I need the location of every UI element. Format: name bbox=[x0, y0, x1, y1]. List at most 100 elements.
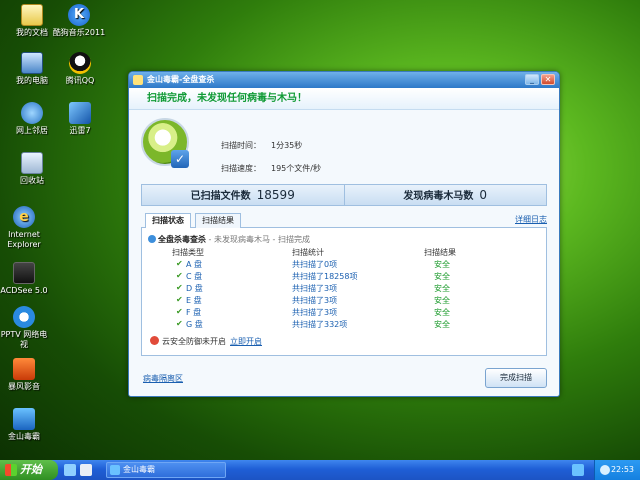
scan-speed: 扫描速度： 195个文件/秒 bbox=[221, 163, 321, 174]
scan-speed-value: 195个文件/秒 bbox=[271, 164, 321, 173]
drive-result: 安全 bbox=[434, 260, 450, 269]
scan-summary: ✓ 扫描时间： 1分35秒 扫描速度： 195个文件/秒 bbox=[129, 110, 559, 184]
section-title: 全盘杀毒查杀 - 未发现病毒木马 - 扫描完成 bbox=[148, 234, 310, 245]
files-scanned-label: 已扫描文件数 bbox=[190, 191, 251, 202]
kingsoft-antivirus-icon bbox=[13, 408, 35, 430]
desktop-icon-qq[interactable]: 腾讯QQ bbox=[52, 52, 108, 86]
drive-row: ✔ F 盘 共扫描了3项 安全 bbox=[142, 307, 546, 318]
cloud-warning-icon bbox=[150, 336, 159, 345]
drive-count: 共扫描了3项 bbox=[292, 308, 338, 317]
threats-found-label: 发现病毒木马数 bbox=[403, 191, 474, 202]
my-computer-icon bbox=[21, 52, 43, 74]
drive-name: G 盘 bbox=[186, 320, 203, 329]
scan-time-label: 扫描时间： bbox=[221, 141, 261, 150]
files-scanned-stat: 已扫描文件数 18599 bbox=[142, 185, 344, 205]
check-icon: ✔ bbox=[176, 307, 183, 316]
drive-result: 安全 bbox=[434, 272, 450, 281]
show-desktop-icon[interactable] bbox=[80, 464, 92, 476]
desktop-icon-label: 腾讯QQ bbox=[65, 76, 95, 85]
desktop-icon-duba[interactable]: 金山毒霸 bbox=[0, 408, 48, 442]
drive-row: ✔ E 盘 共扫描了3项 安全 bbox=[142, 295, 546, 306]
acdsee-icon bbox=[13, 262, 35, 284]
enable-cloud-link[interactable]: 立即开启 bbox=[230, 337, 262, 346]
detail-log-link[interactable]: 详细日志 bbox=[515, 214, 547, 225]
start-label: 开始 bbox=[20, 463, 42, 476]
ie-quicklaunch-icon[interactable] bbox=[64, 464, 76, 476]
app-logo-icon bbox=[133, 75, 143, 85]
desktop-icon-pptv[interactable]: PPTV 网络电视 bbox=[0, 306, 48, 350]
desktop-icon-baofeng[interactable]: 暴风影音 bbox=[0, 358, 48, 392]
system-tray: 22:53 bbox=[594, 460, 640, 480]
shield-tray-icon[interactable] bbox=[600, 465, 610, 475]
drive-row: ✔ C 盘 共扫描了18258项 安全 bbox=[142, 271, 546, 282]
threats-found-stat: 发现病毒木马数 0 bbox=[343, 185, 547, 205]
header-scan-result: 扫描结果 bbox=[424, 248, 456, 257]
quarantine-link[interactable]: 病毒隔离区 bbox=[143, 373, 183, 384]
taskbar-item-label: 金山毒霸 bbox=[123, 465, 155, 474]
taskbar: 开始 金山毒霸 22:53 bbox=[0, 460, 640, 480]
desktop-icon-label: 酷狗音乐2011 bbox=[52, 28, 106, 37]
files-scanned-value: 18599 bbox=[256, 188, 295, 202]
desktop-icon-label: PPTV 网络电视 bbox=[0, 330, 48, 349]
header-scan-stats: 扫描统计 bbox=[292, 248, 324, 257]
drive-name: E 盘 bbox=[186, 296, 202, 305]
drive-name: C 盘 bbox=[186, 272, 203, 281]
scan-time-value: 1分35秒 bbox=[271, 141, 303, 150]
desktop-icon-label: 金山毒霸 bbox=[8, 432, 40, 441]
scan-status-panel: 全盘杀毒查杀 - 未发现病毒木马 - 扫描完成 扫描类型 扫描统计 扫描结果 ✔… bbox=[141, 228, 547, 356]
desktop-icon-ie[interactable]: e Internet Explorer bbox=[0, 206, 48, 250]
tab-bar: 扫描状态 扫描结果 详细日志 bbox=[141, 211, 547, 229]
check-icon: ✔ bbox=[176, 283, 183, 292]
check-icon: ✔ bbox=[176, 271, 183, 280]
drive-result: 安全 bbox=[434, 284, 450, 293]
tab-scan-results[interactable]: 扫描结果 bbox=[195, 213, 241, 228]
drive-count: 共扫描了332项 bbox=[292, 320, 348, 329]
documents-folder-icon bbox=[21, 4, 43, 26]
desktop-icon-acdsee[interactable]: ACDSee 5.0 bbox=[0, 262, 48, 296]
drive-count: 共扫描了0项 bbox=[292, 260, 338, 269]
drive-result: 安全 bbox=[434, 296, 450, 305]
minimize-button[interactable]: _ bbox=[525, 74, 539, 85]
desktop-icon-thunder[interactable]: 迅雷7 bbox=[52, 102, 108, 136]
clock: 22:53 bbox=[610, 465, 634, 474]
desktop-icon-label: Internet Explorer bbox=[7, 230, 41, 249]
desktop-icon-recycle-bin[interactable]: 回收站 bbox=[4, 152, 60, 186]
check-icon: ✔ bbox=[176, 295, 183, 304]
cloud-security-row: 云安全防御未开启 立即开启 bbox=[150, 336, 262, 347]
window-titlebar[interactable]: 金山毒霸-全盘查杀 _ ✕ bbox=[129, 72, 559, 88]
antivirus-window: 金山毒霸-全盘查杀 _ ✕ 扫描完成，未发现任何病毒与木马！ ✓ 扫描时间： 1分… bbox=[128, 71, 560, 397]
drive-row: ✔ G 盘 共扫描了332项 安全 bbox=[142, 319, 546, 330]
kugou-music-icon: K bbox=[68, 4, 90, 26]
check-icon: ✔ bbox=[176, 319, 183, 328]
drive-name: F 盘 bbox=[186, 308, 202, 317]
duba-tray-icon[interactable] bbox=[572, 464, 584, 476]
internet-explorer-icon: e bbox=[13, 206, 35, 228]
drive-result: 安全 bbox=[434, 320, 450, 329]
checkmark-icon: ✓ bbox=[171, 150, 189, 168]
baofeng-player-icon bbox=[13, 358, 35, 380]
network-places-icon bbox=[21, 102, 43, 124]
window-title: 金山毒霸-全盘查杀 bbox=[147, 75, 215, 84]
section-subtitle: - 未发现病毒木马 - 扫描完成 bbox=[206, 235, 310, 244]
start-button[interactable]: 开始 bbox=[0, 460, 58, 480]
drive-count: 共扫描了3项 bbox=[292, 296, 338, 305]
drive-count: 共扫描了18258项 bbox=[292, 272, 358, 281]
recycle-bin-icon bbox=[21, 152, 43, 174]
scan-time: 扫描时间： 1分35秒 bbox=[221, 140, 302, 151]
threats-found-value: 0 bbox=[479, 188, 488, 202]
scan-speed-label: 扫描速度： bbox=[221, 164, 261, 173]
desktop-icon-label: 迅雷7 bbox=[69, 126, 91, 135]
info-dot-icon bbox=[148, 235, 156, 243]
taskbar-item-duba[interactable]: 金山毒霸 bbox=[106, 462, 226, 478]
drive-result: 安全 bbox=[434, 308, 450, 317]
close-button[interactable]: ✕ bbox=[541, 74, 555, 85]
desktop-icon-kugou[interactable]: K 酷狗音乐2011 bbox=[48, 4, 110, 38]
tab-scan-status[interactable]: 扫描状态 bbox=[145, 213, 191, 229]
thunder-icon bbox=[69, 102, 91, 124]
stats-bar: 已扫描文件数 18599 发现病毒木马数 0 bbox=[141, 184, 547, 206]
result-banner: 扫描完成，未发现任何病毒与木马！ bbox=[129, 88, 559, 110]
finish-scan-button[interactable]: 完成扫描 bbox=[485, 368, 547, 388]
drive-name: D 盘 bbox=[186, 284, 203, 293]
drive-row: ✔ A 盘 共扫描了0项 安全 bbox=[142, 259, 546, 270]
qq-penguin-icon bbox=[69, 52, 91, 74]
